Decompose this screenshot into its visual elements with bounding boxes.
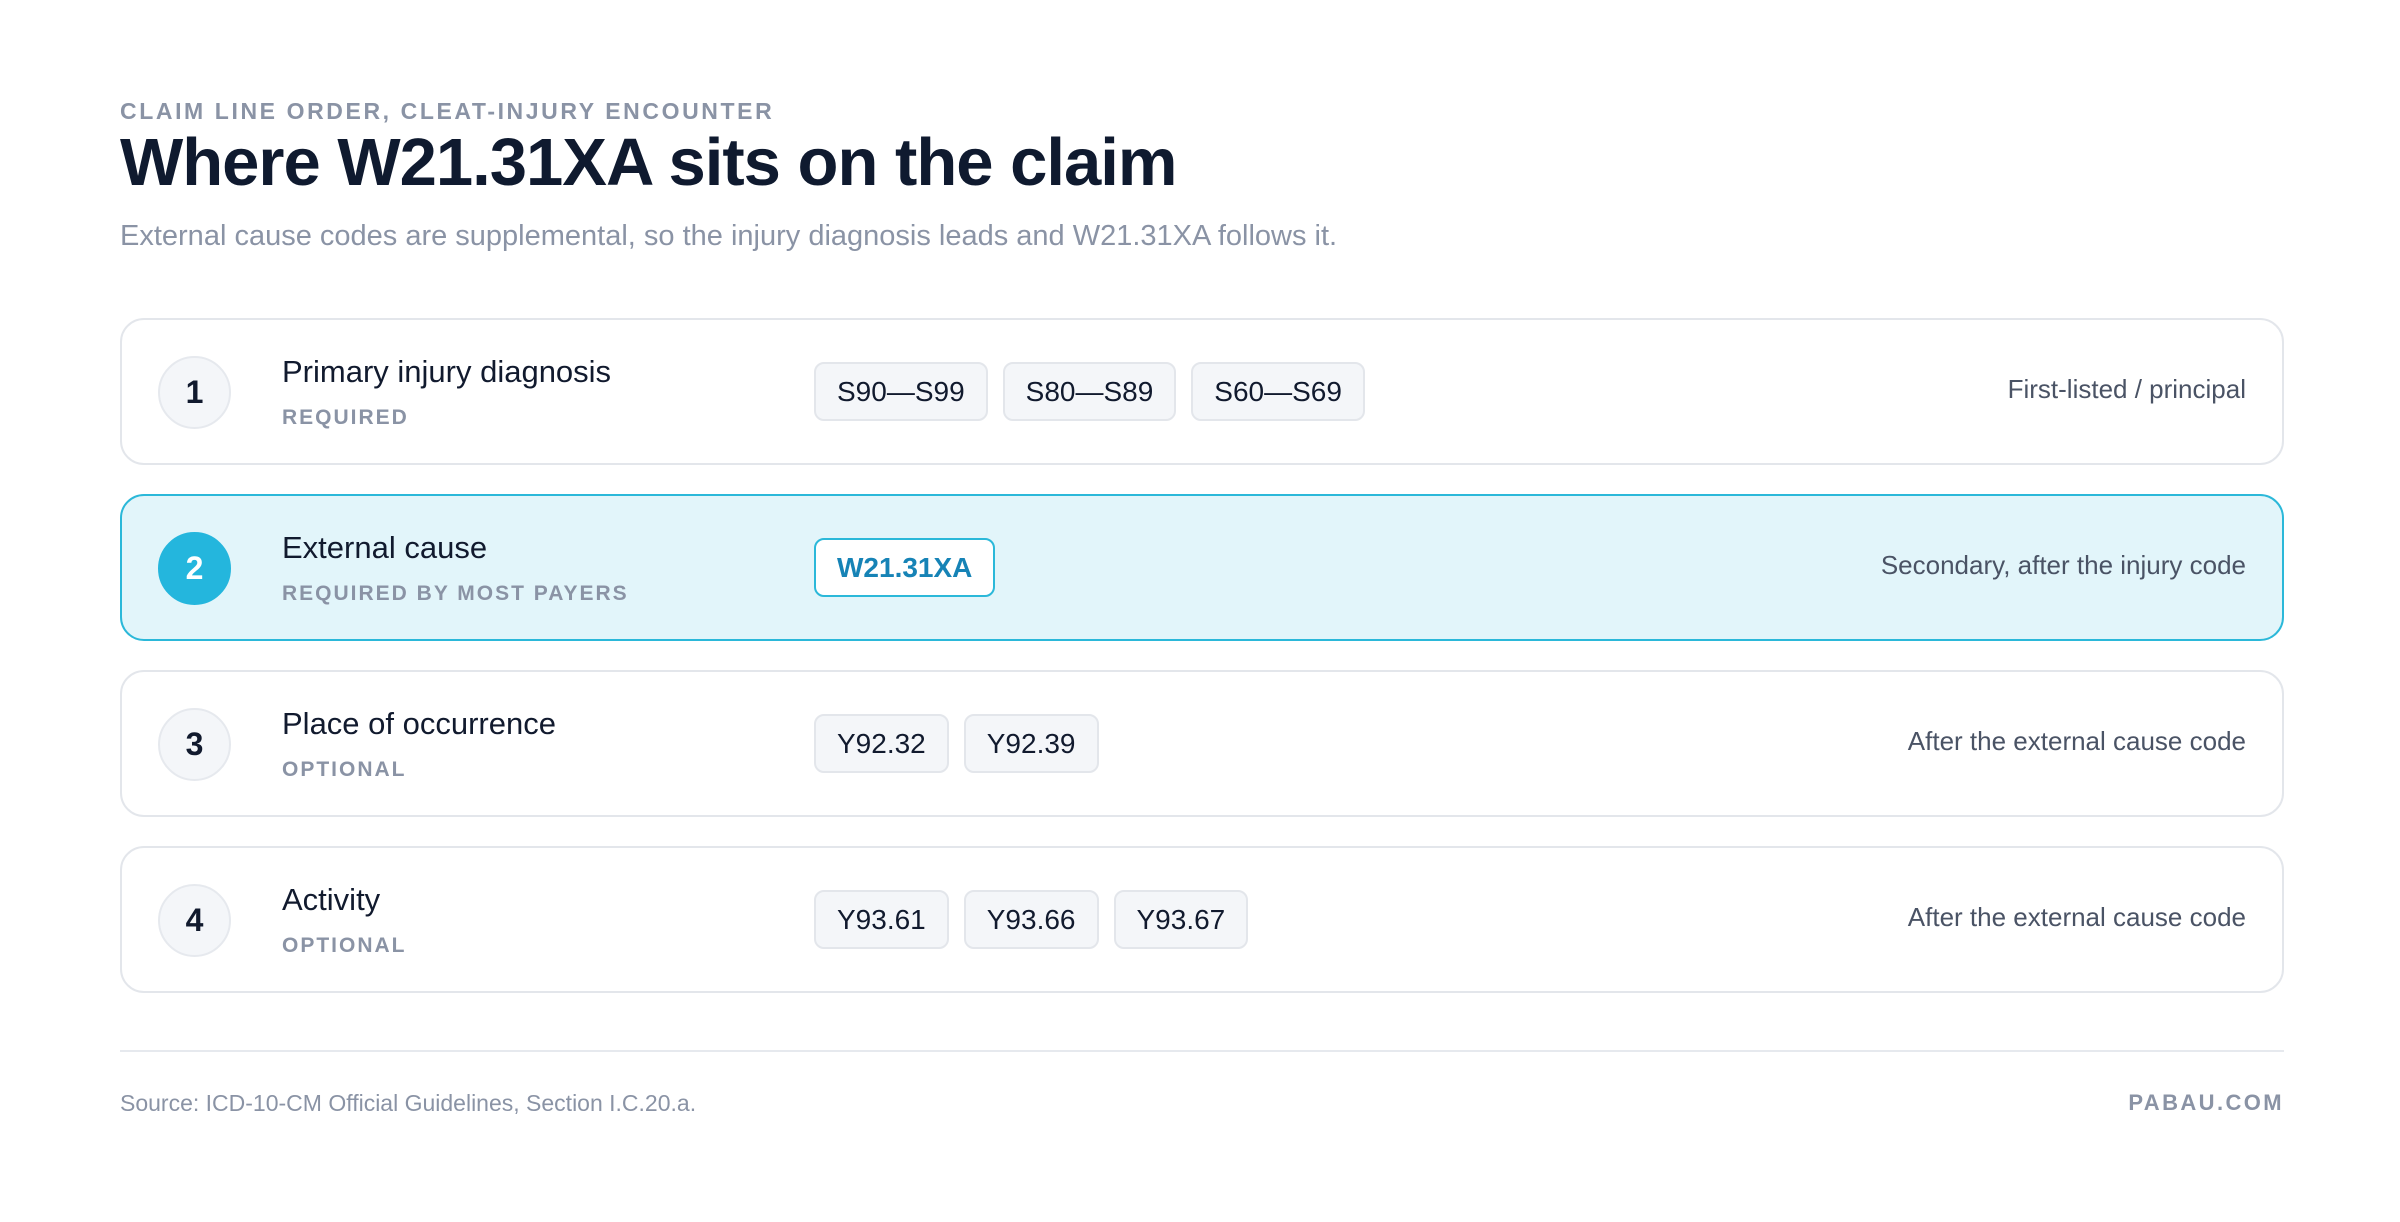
line-number-badge: 4 — [158, 884, 231, 957]
code-chip: Y93.67 — [1113, 890, 1249, 949]
line-label: Activity — [282, 882, 381, 917]
position-note: Secondary, after the injury code — [1880, 550, 2246, 580]
claim-line-row: 3 Place of occurrence OPTIONAL Y92.32 Y92.39… — [120, 670, 2284, 817]
requirement-label: OPTIONAL — [282, 934, 407, 957]
requirement-label: OPTIONAL — [282, 758, 407, 781]
code-chip: S90—S99 — [814, 362, 988, 421]
code-chip-group: Y93.61 Y93.66 Y93.67 — [814, 890, 1249, 949]
brand-wordmark: PABAU.COM — [2128, 1090, 2284, 1115]
code-chip-group: S90—S99 S80—S89 S60—S69 — [814, 362, 1365, 421]
line-label: Primary injury diagnosis — [282, 354, 612, 389]
page-subtitle: External cause codes are supplemental, s… — [120, 220, 1338, 252]
code-chip-group: Y92.32 Y92.39 — [814, 714, 1099, 773]
code-chip: S80—S89 — [1002, 362, 1177, 421]
claim-order-card: CLAIM LINE ORDER, CLEAT-INJURY ENCOUNTER… — [120, 0, 2284, 1222]
code-chip: Y92.39 — [963, 714, 1099, 773]
code-chip: W21.31XA — [814, 538, 996, 597]
position-note: After the external cause code — [1907, 726, 2246, 756]
position-note: First-listed / principal — [2007, 374, 2246, 404]
claim-line-row: 2 External cause REQUIRED BY MOST PAYERS W2… — [120, 494, 2284, 641]
line-number-badge: 1 — [158, 356, 231, 429]
line-number-badge: 3 — [158, 708, 231, 781]
footer-divider — [120, 1050, 2284, 1052]
line-label: External cause — [282, 530, 488, 565]
code-chip: Y93.61 — [814, 890, 949, 949]
line-label: Place of occurrence — [282, 706, 556, 741]
requirement-label: REQUIRED — [282, 406, 409, 429]
claim-line-row: 1 Primary injury diagnosis REQUIRED S90—S99… — [120, 318, 2284, 465]
line-number-badge: 2 — [158, 532, 231, 605]
code-chip: Y92.32 — [814, 714, 949, 773]
code-chip: Y93.66 — [963, 890, 1099, 949]
eyebrow-label: CLAIM LINE ORDER, CLEAT-INJURY ENCOUNTER — [120, 98, 775, 124]
claim-line-row: 4 Activity OPTIONAL Y93.61 Y93.66 Y93.67 After… — [120, 846, 2284, 993]
page-title: Where W21.31XA sits on the claim — [120, 125, 1177, 200]
position-note: After the external cause code — [1907, 902, 2246, 932]
requirement-label: REQUIRED BY MOST PAYERS — [282, 582, 629, 605]
code-chip-group: W21.31XA — [814, 538, 996, 597]
source-note: Source: ICD-10-CM Official Guidelines, S… — [120, 1090, 697, 1116]
code-chip: S60—S69 — [1191, 362, 1365, 421]
claim-lines-list: 1 Primary injury diagnosis REQUIRED S90—S99… — [120, 318, 2284, 1022]
